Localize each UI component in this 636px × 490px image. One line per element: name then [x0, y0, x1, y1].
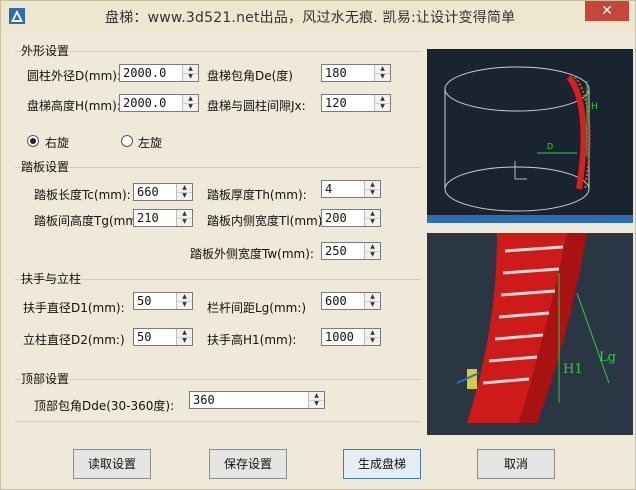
diameter-stepper[interactable]: ▲ ▼	[182, 65, 198, 81]
tread-thickness-stepper[interactable]: ▲ ▼	[364, 181, 380, 197]
tread-length-stepper[interactable]: ▲ ▼	[176, 184, 192, 200]
down-arrow-icon: ▼	[182, 337, 187, 344]
stair-3d-render: H1 Lg	[427, 233, 633, 435]
handrail-height-stepper[interactable]: ▲ ▼	[364, 329, 380, 345]
right-hand-radio[interactable]	[27, 135, 39, 147]
wrap-angle-label: 盘梯包角De(度)	[207, 69, 293, 83]
post-dia-stepper[interactable]: ▲ ▼	[176, 329, 192, 345]
dialog-window: 盘梯：www.3d521.net出品，风过水无痕. 凯易:让设计变得简单 ✕ 外…	[0, 0, 636, 490]
title-bar: 盘梯：www.3d521.net出品，风过水无痕. 凯易:让设计变得简单 ✕	[1, 1, 635, 31]
bottom-preview-h1-label: H1	[563, 362, 583, 377]
read-settings-button[interactable]: 读取设置	[73, 449, 151, 479]
rail-spacing-label: 栏杆间距Lg(mm:)	[207, 301, 307, 315]
wrap-angle-input[interactable]: 180 ▲ ▼	[321, 64, 391, 82]
right-hand-label[interactable]: 右旋	[45, 134, 69, 151]
tread-length-input[interactable]: 660 ▲ ▼	[133, 183, 193, 201]
handrail-height-label: 扶手高H1(mm):	[207, 333, 297, 347]
rail-spacing-input[interactable]: 600 ▲ ▼	[321, 292, 381, 310]
top-group-label: 顶部设置	[21, 372, 70, 386]
handrail-dia-input[interactable]: 50 ▲ ▼	[133, 292, 193, 310]
tread-group-line	[15, 167, 421, 168]
tread-thickness-label: 踏板厚度Th(mm):	[207, 188, 307, 202]
down-arrow-icon: ▼	[370, 189, 375, 196]
down-arrow-icon: ▼	[182, 192, 187, 199]
handrail-dia-label: 扶手直径D1(mm):	[23, 301, 125, 315]
tread-thickness-input[interactable]: 4 ▲ ▼	[321, 180, 381, 198]
close-button[interactable]: ✕	[585, 1, 629, 21]
top-group-line	[15, 379, 421, 380]
close-icon: ✕	[601, 3, 613, 19]
handrail-dia-stepper[interactable]: ▲ ▼	[176, 293, 192, 309]
height-input[interactable]: 2000.0 ▲ ▼	[119, 94, 199, 112]
bottom-preview-lg-label: Lg	[599, 350, 616, 365]
top-preview-image: H D	[427, 49, 633, 223]
gap-input[interactable]: 120 ▲ ▼	[321, 94, 391, 112]
top-angle-label: 顶部包角Dde(30-360度):	[34, 399, 175, 413]
generate-button[interactable]: 生成盘梯	[343, 449, 421, 479]
outer-group-line	[15, 51, 421, 52]
down-arrow-icon: ▼	[182, 218, 187, 225]
tread-spacing-stepper[interactable]: ▲ ▼	[176, 210, 192, 226]
down-arrow-icon: ▼	[380, 103, 385, 110]
tread-inner-width-stepper[interactable]: ▲ ▼	[364, 210, 380, 226]
rail-spacing-stepper[interactable]: ▲ ▼	[364, 293, 380, 309]
post-dia-input[interactable]: 50 ▲ ▼	[133, 328, 193, 346]
bottom-preview-image: H1 Lg	[427, 233, 633, 435]
tread-outer-width-stepper[interactable]: ▲ ▼	[364, 243, 380, 259]
down-arrow-icon: ▼	[370, 251, 375, 258]
top-angle-input[interactable]: 360 ▲ ▼	[189, 391, 325, 409]
left-hand-label[interactable]: 左旋	[138, 134, 162, 151]
height-label: 盘梯高度H(mm):	[27, 99, 121, 113]
left-hand-radio[interactable]	[121, 135, 133, 147]
diameter-label: 圆柱外径D(mm):	[27, 69, 122, 83]
cancel-button[interactable]: 取消	[477, 449, 555, 479]
top-preview-h-label: H	[591, 102, 598, 112]
handrail-group-label: 扶手与立柱	[21, 272, 82, 286]
tread-inner-width-input[interactable]: 200 ▲ ▼	[321, 209, 381, 227]
down-arrow-icon: ▼	[370, 301, 375, 308]
app-icon	[9, 8, 25, 24]
tread-length-label: 踏板长度Tc(mm):	[34, 188, 131, 202]
top-angle-stepper[interactable]: ▲ ▼	[308, 392, 324, 408]
window-title: 盘梯：www.3d521.net出品，风过水无痕. 凯易:让设计变得简单	[105, 10, 516, 26]
diameter-input[interactable]: 2000.0 ▲ ▼	[119, 64, 199, 82]
spiral-cylinder-wireframe: H D	[427, 49, 633, 223]
gap-label: 盘梯与圆柱间隙Jx:	[207, 99, 306, 113]
post-dia-label: 立柱直径D2(mm:)	[23, 333, 125, 347]
tread-group-label: 踏板设置	[21, 160, 70, 174]
down-arrow-icon: ▼	[370, 218, 375, 225]
wrap-angle-stepper[interactable]: ▲ ▼	[374, 65, 390, 81]
height-stepper[interactable]: ▲ ▼	[182, 95, 198, 111]
tread-spacing-input[interactable]: 210 ▲ ▼	[133, 209, 193, 227]
down-arrow-icon: ▼	[380, 73, 385, 80]
tread-outer-width-input[interactable]: 250 ▲ ▼	[321, 242, 381, 260]
settings-frame	[15, 421, 421, 422]
top-preview-d-label: D	[547, 142, 553, 151]
tread-outer-width-label: 踏板外侧宽度Tw(mm):	[190, 247, 314, 261]
down-arrow-icon: ▼	[314, 400, 319, 407]
save-settings-button[interactable]: 保存设置	[209, 449, 287, 479]
outer-group-label: 外形设置	[21, 44, 70, 58]
gap-stepper[interactable]: ▲ ▼	[374, 95, 390, 111]
down-arrow-icon: ▼	[182, 301, 187, 308]
tread-spacing-label: 踏板间高度Tg(mm)	[34, 214, 142, 228]
down-arrow-icon: ▼	[188, 73, 193, 80]
down-arrow-icon: ▼	[370, 337, 375, 344]
handrail-height-input[interactable]: 1000 ▲ ▼	[321, 328, 381, 346]
tread-inner-width-label: 踏板内侧宽度Tl(mm):	[207, 214, 327, 228]
down-arrow-icon: ▼	[188, 103, 193, 110]
